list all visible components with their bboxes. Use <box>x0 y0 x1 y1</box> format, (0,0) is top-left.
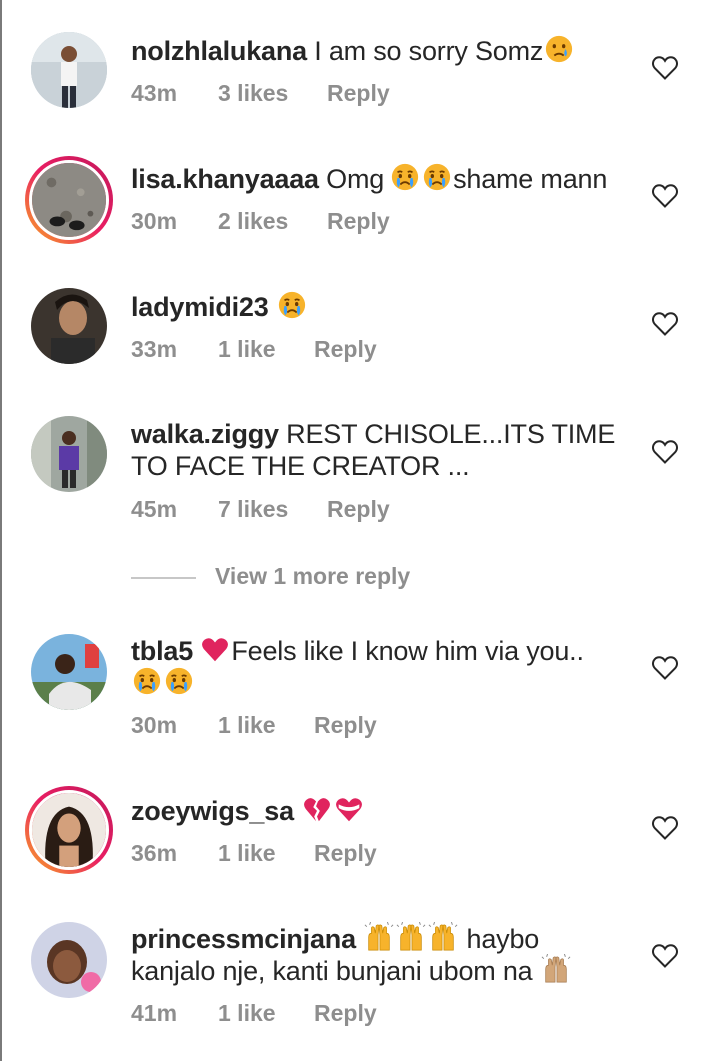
broken-heart-emoji <box>302 794 332 824</box>
reply-button[interactable]: Reply <box>314 336 377 363</box>
crying-face-emoji <box>390 162 420 192</box>
heart-outline-icon[interactable] <box>651 439 679 465</box>
raising-hands-emoji <box>428 922 458 952</box>
comment-text: ladymidi23 <box>131 290 308 323</box>
avatar[interactable] <box>25 156 113 244</box>
comment-username[interactable]: tbla5 <box>131 636 193 666</box>
comment-likes[interactable]: 1 like <box>218 336 276 363</box>
comment-body: haybo <box>466 924 540 954</box>
crying-face-emoji <box>132 666 162 696</box>
comment-likes[interactable]: 2 likes <box>218 208 288 235</box>
comment-text-continued: TO FACE THE CREATOR ... <box>131 450 470 482</box>
comment-body: shame mann <box>453 164 608 194</box>
comment-body: Feels like I know him via you.. <box>231 636 584 666</box>
comment-text: princessmcinjana haybo <box>131 922 539 955</box>
comment-time: 33m <box>131 336 178 362</box>
comment-text: zoeywigs_sa <box>131 794 365 827</box>
reply-button[interactable]: Reply <box>314 840 377 867</box>
heart-outline-icon[interactable] <box>651 55 679 81</box>
reply-button[interactable]: Reply <box>327 80 390 107</box>
raising-hands-emoji <box>541 954 571 984</box>
crying-face-emoji <box>544 34 574 64</box>
comment-body: REST CHISOLE...ITS TIME <box>286 419 616 449</box>
raising-hands-emoji <box>364 922 394 952</box>
crying-face-emoji <box>277 290 307 320</box>
reply-button[interactable]: Reply <box>327 496 390 523</box>
raising-hands-emoji <box>396 922 426 952</box>
reply-button[interactable]: Reply <box>314 1000 377 1027</box>
avatar[interactable] <box>31 32 107 108</box>
comment-time: 36m <box>131 840 178 866</box>
heart-outline-icon[interactable] <box>651 943 679 969</box>
comment-time: 45m <box>131 496 178 522</box>
comment-body: kanjalo nje, kanti bunjani ubom na <box>131 956 533 986</box>
comment-username[interactable]: lisa.khanyaaaa <box>131 164 319 194</box>
comment-text: walka.ziggy REST CHISOLE...ITS TIME <box>131 418 615 450</box>
comment-likes[interactable]: 1 like <box>218 840 276 867</box>
avatar[interactable] <box>31 922 107 998</box>
comment-username[interactable]: nolzhlalukana <box>131 36 307 66</box>
view-more-replies-button[interactable]: View 1 more reply <box>131 563 531 593</box>
comment-likes[interactable]: 7 likes <box>218 496 288 523</box>
crying-face-emoji <box>422 162 452 192</box>
avatar[interactable] <box>31 416 107 492</box>
comment-body: I am so sorry Somz <box>314 36 544 66</box>
comment-username[interactable]: zoeywigs_sa <box>131 796 294 826</box>
comment-text: lisa.khanyaaaa Omg shame mann <box>131 162 607 195</box>
comment-text: nolzhlalukana I am so sorry Somz <box>131 34 575 67</box>
comment-time: 43m <box>131 80 178 106</box>
heart-with-ribbon-emoji <box>334 794 364 824</box>
comment-likes[interactable]: 1 like <box>218 712 276 739</box>
heart-outline-icon[interactable] <box>651 655 679 681</box>
comment-body: TO FACE THE CREATOR ... <box>131 451 470 481</box>
view-more-replies-label[interactable]: View 1 more reply <box>215 563 410 590</box>
comment-username[interactable]: walka.ziggy <box>131 419 279 449</box>
comment-body-prefix: Omg <box>326 164 385 194</box>
avatar[interactable] <box>31 634 107 710</box>
red-heart-emoji <box>200 634 230 664</box>
reply-button[interactable]: Reply <box>327 208 390 235</box>
divider <box>131 577 196 579</box>
avatar[interactable] <box>31 288 107 364</box>
comment-likes[interactable]: 1 like <box>218 1000 276 1027</box>
heart-outline-icon[interactable] <box>651 815 679 841</box>
crying-face-emoji <box>164 666 194 696</box>
comment-text-continued: kanjalo nje, kanti bunjani ubom na <box>131 954 572 987</box>
reply-button[interactable]: Reply <box>314 712 377 739</box>
window-left-edge <box>0 0 2 1061</box>
comment-text-continued <box>131 666 195 699</box>
avatar[interactable] <box>25 786 113 874</box>
comment-username[interactable]: princessmcinjana <box>131 924 356 954</box>
comment-text: tbla5 Feels like I know him via you.. <box>131 634 584 667</box>
comment-time: 41m <box>131 1000 178 1026</box>
comment-time: 30m <box>131 208 178 234</box>
heart-outline-icon[interactable] <box>651 311 679 337</box>
comment-username[interactable]: ladymidi23 <box>131 292 269 322</box>
heart-outline-icon[interactable] <box>651 183 679 209</box>
comment-likes[interactable]: 3 likes <box>218 80 288 107</box>
comment-time: 30m <box>131 712 178 738</box>
